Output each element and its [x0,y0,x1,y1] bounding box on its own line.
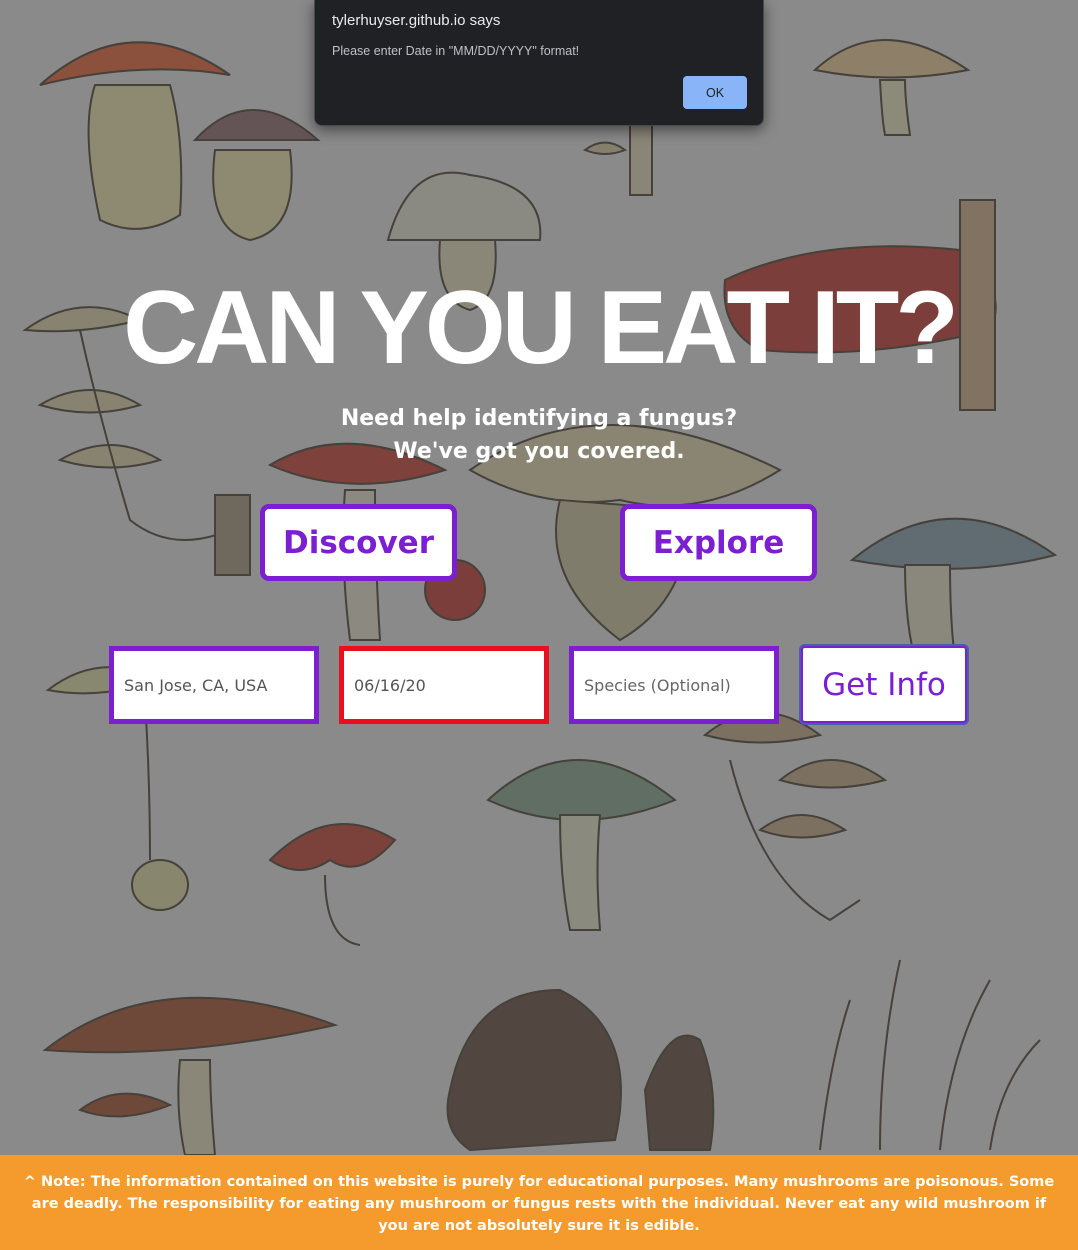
tagline-line-1: Need help identifying a fungus? [340,406,738,431]
species-input[interactable] [569,646,779,724]
tagline-line-2: We've got you covered. [393,439,685,464]
location-input[interactable] [109,646,319,724]
get-info-button[interactable]: Get Info [799,644,969,725]
date-input[interactable] [339,646,549,724]
tagline: Need help identifying a fungus? We've go… [0,402,1078,468]
discover-button[interactable]: Discover [260,504,457,581]
alert-title: tylerhuyser.github.io says [332,12,501,29]
alert-ok-button[interactable]: OK [683,76,747,109]
alert-dialog: tylerhuyser.github.io says Please enter … [314,0,764,126]
mushroom-background-illustration [22,39,1058,1156]
alert-message: Please enter Date in "MM/DD/YYYY" format… [332,44,580,58]
disclaimer-footer: ^ Note: The information contained on thi… [0,1155,1078,1250]
page-title: CAN YOU EAT IT? [123,270,959,386]
explore-button[interactable]: Explore [620,504,817,581]
